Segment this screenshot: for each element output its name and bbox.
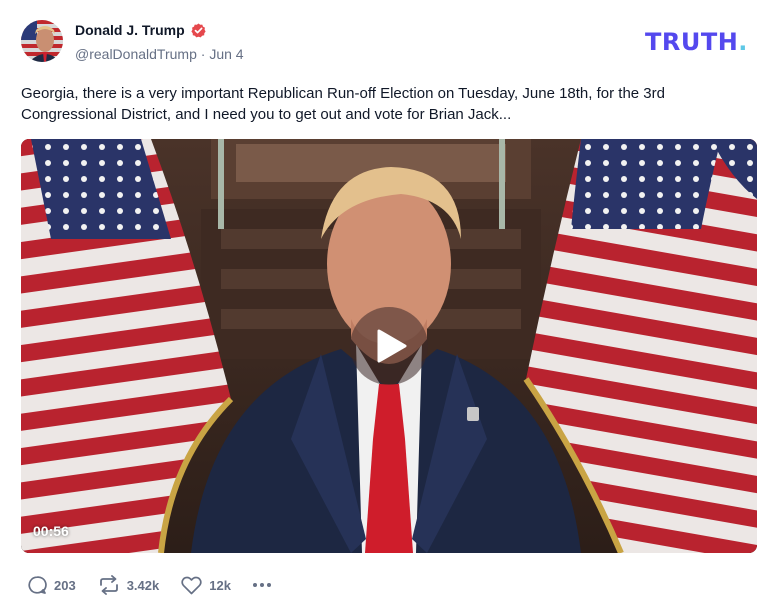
play-icon [377, 329, 407, 363]
like-count: 12k [209, 577, 231, 593]
reply-button[interactable]: 203 [27, 575, 76, 595]
author-handle-row: @realDonaldTrump · Jun 4 [75, 46, 244, 62]
retruth-icon [99, 575, 118, 595]
truth-logo[interactable]: TRUTH. [645, 29, 748, 55]
more-dots-icon [252, 583, 271, 587]
meta-separator: · [200, 46, 206, 62]
more-options-button[interactable] [252, 583, 271, 587]
play-button[interactable] [350, 307, 428, 385]
author-name-row: Donald J. Trump [75, 22, 206, 38]
avatar[interactable] [21, 20, 63, 62]
reply-count: 203 [54, 577, 76, 593]
reply-icon [28, 576, 47, 594]
author-handle[interactable]: @realDonaldTrump [75, 46, 197, 62]
heart-icon [181, 576, 202, 594]
retruth-count: 3.42k [126, 577, 160, 593]
video-duration: 00:56 [33, 523, 69, 539]
truth-logo-text: TRUTH [645, 28, 739, 56]
post-text: Georgia, there is a very important Repub… [21, 85, 665, 123]
like-button[interactable]: 12k [181, 576, 231, 595]
truth-logo-dot: . [738, 28, 748, 56]
video-player[interactable]: 00:56 [21, 139, 757, 553]
author-display-name[interactable]: Donald J. Trump [75, 22, 185, 38]
truth-post-card: Donald J. Trump @realDonaldTrump · Jun 4… [0, 0, 778, 615]
post-date[interactable]: Jun 4 [209, 46, 243, 62]
verified-badge-icon [191, 23, 206, 38]
post-actions-bar: 203 3.42k 12k [27, 574, 271, 596]
retruth-button[interactable]: 3.42k [98, 575, 160, 595]
